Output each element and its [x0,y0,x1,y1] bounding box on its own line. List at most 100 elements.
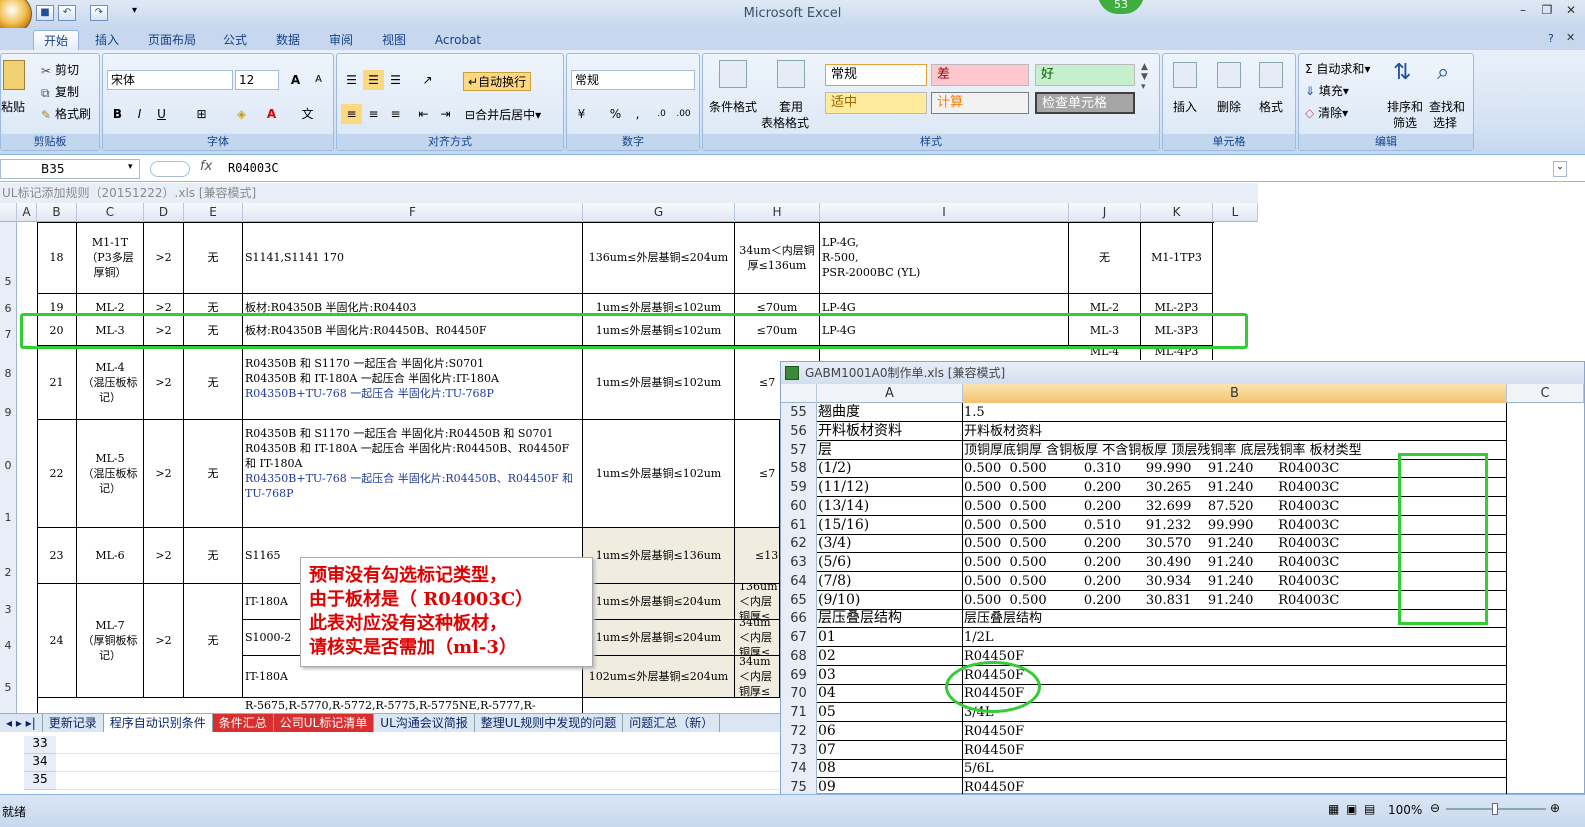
row-header[interactable]: 66 [781,609,817,629]
table-format-icon[interactable] [777,60,805,88]
bold-button[interactable]: B [107,104,128,124]
orientation-icon[interactable]: ↗ [417,70,438,90]
paste-icon[interactable] [3,60,25,90]
col-header[interactable]: D [144,203,184,222]
row-header[interactable]: 60 [781,496,817,516]
align-right-icon[interactable]: ≡ [385,104,406,124]
row-header[interactable]: 69 [781,665,817,685]
number-format-combo[interactable]: 常规 [571,70,695,90]
sheet-tab[interactable]: UL沟通会议简报 [374,714,475,732]
table-cell[interactable]: 34um＜内层铜厚≤136um [735,222,820,294]
row-header[interactable]: 1 [0,498,17,528]
font-size-combo[interactable]: 12 [235,70,279,90]
row-header[interactable]: 7 [0,316,17,346]
col-header[interactable]: A [17,203,37,222]
table-cell[interactable]: (9/10) [817,590,963,610]
grow-font-button[interactable]: A [285,70,306,90]
style-neutral[interactable]: 适中 [825,92,927,114]
row-header[interactable]: 67 [781,628,817,647]
table-cell[interactable]: 1um≤外层基铜≤204um [583,584,735,620]
row-header[interactable]: 59 [781,478,817,497]
table-cell[interactable]: 5/6L [963,759,1507,779]
table-cell[interactable]: 18 [37,222,77,294]
style-check-cell[interactable]: 检查单元格 [1035,92,1135,114]
table-cell[interactable]: 136um＜内层铜厚≤ [735,584,780,620]
table-cell[interactable]: 翘曲度 [817,403,963,422]
table-cell[interactable]: ML-6 [77,528,144,584]
table-cell[interactable]: ≤13 [735,528,780,584]
row-header[interactable]: 3 [0,584,17,620]
increase-decimal-icon[interactable]: .0 [651,104,672,124]
table-cell[interactable]: 1um≤外层基铜≤102um [583,420,735,528]
table-cell[interactable]: R04450F [963,646,1507,666]
table-cell[interactable]: 02 [817,646,963,666]
table-cell[interactable]: 1/2L [963,628,1507,647]
table-cell[interactable]: 23 [37,528,77,584]
table-cell[interactable]: >2 [144,584,184,698]
tab-data[interactable]: 数据 [268,30,308,50]
merge-center-button[interactable]: ⊟合并后居中▾ [465,106,541,123]
row-header[interactable]: 62 [781,534,817,554]
name-box[interactable]: B35 [0,159,140,179]
row-header[interactable]: 64 [781,571,817,591]
row-header[interactable]: 73 [781,740,817,760]
shrink-font-button[interactable]: A [308,70,329,90]
minimize-icon[interactable]: – [1513,3,1533,19]
format-cells-icon[interactable] [1259,62,1283,88]
table-cell[interactable]: 06 [817,721,963,741]
table-cell[interactable]: 层压叠层结构 [817,609,963,629]
tab-home[interactable]: 开始 [33,30,79,50]
sheet-tab[interactable]: 整理UL规则中发现的问题 [475,714,624,732]
table-cell[interactable]: R04450F [963,778,1507,795]
insert-cells-button[interactable]: 插入 [1173,98,1197,115]
row-header[interactable]: 2 [0,528,17,584]
col-header[interactable]: B [963,384,1507,403]
row-header[interactable]: 55 [781,403,817,422]
table-cell[interactable]: 01 [817,628,963,647]
table-cell[interactable]: 1.5 [963,403,1507,422]
style-good[interactable]: 好 [1035,64,1135,86]
row-header[interactable]: 9 [0,406,17,420]
col-header[interactable]: J [1069,203,1141,222]
table-cell[interactable]: 无 [184,222,243,294]
format-cells-button[interactable]: 格式 [1259,98,1283,115]
table-cell[interactable]: ≤7 [735,420,780,528]
wrap-text-button[interactable]: ↵自动换行 [463,72,532,91]
col-header[interactable]: H [735,203,820,222]
col-header[interactable]: I [820,203,1069,222]
autosum-button[interactable]: Σ 自动求和▾ [1305,60,1370,77]
font-color-icon[interactable]: A [261,104,282,124]
tab-view[interactable]: 视图 [373,30,415,50]
name-box-dropdown-icon[interactable]: ▾ [128,162,133,172]
decrease-decimal-icon[interactable]: .00 [673,104,694,124]
table-cell[interactable]: (15/16) [817,515,963,535]
find-select-line1[interactable]: 查找和 [1429,98,1465,115]
table-cell[interactable]: 05 [817,703,963,722]
col-header[interactable]: G [583,203,735,222]
sheet-tab[interactable]: 问题汇总（新） [623,714,721,732]
table-cell[interactable]: LP-4G, R-500, PSR-2000BC (YL) [820,222,1069,294]
table-cell[interactable]: 07 [817,740,963,760]
table-cell[interactable]: 1um≤外层基铜≤102um [583,346,735,420]
table-cell[interactable]: >2 [144,528,184,584]
decrease-indent-icon[interactable]: ⇤ [413,104,434,124]
conditional-format-icon[interactable] [719,60,747,88]
row-header[interactable]: 8 [0,346,17,406]
row-header[interactable]: 6 [0,294,17,316]
table-cell[interactable]: ML-7 （厚铜板标 记） [77,584,144,698]
tab-review[interactable]: 审阅 [320,30,362,50]
table-cell[interactable]: 03 [817,665,963,685]
style-bad[interactable]: 差 [931,64,1029,86]
tab-acrobat[interactable]: Acrobat [428,30,488,50]
table-cell[interactable]: >2 [144,420,184,528]
table-cell[interactable]: R04450F [963,721,1507,741]
sheet-nav-icon[interactable]: ◂ ▸ ▸| [0,714,43,732]
col-header[interactable]: F [243,203,583,222]
table-cell[interactable]: (13/14) [817,496,963,516]
percent-button[interactable]: % [605,104,626,124]
table-cell[interactable]: 136um≤外层基铜≤204um [583,222,735,294]
insert-function-icon[interactable]: fx [200,159,218,174]
styles-scroll-icon[interactable]: ▲ ▼ ▾ [1141,62,1148,92]
table-cell[interactable]: R04450F [963,665,1507,685]
table-cell[interactable]: 1um≤外层基铜≤204um [583,620,735,656]
